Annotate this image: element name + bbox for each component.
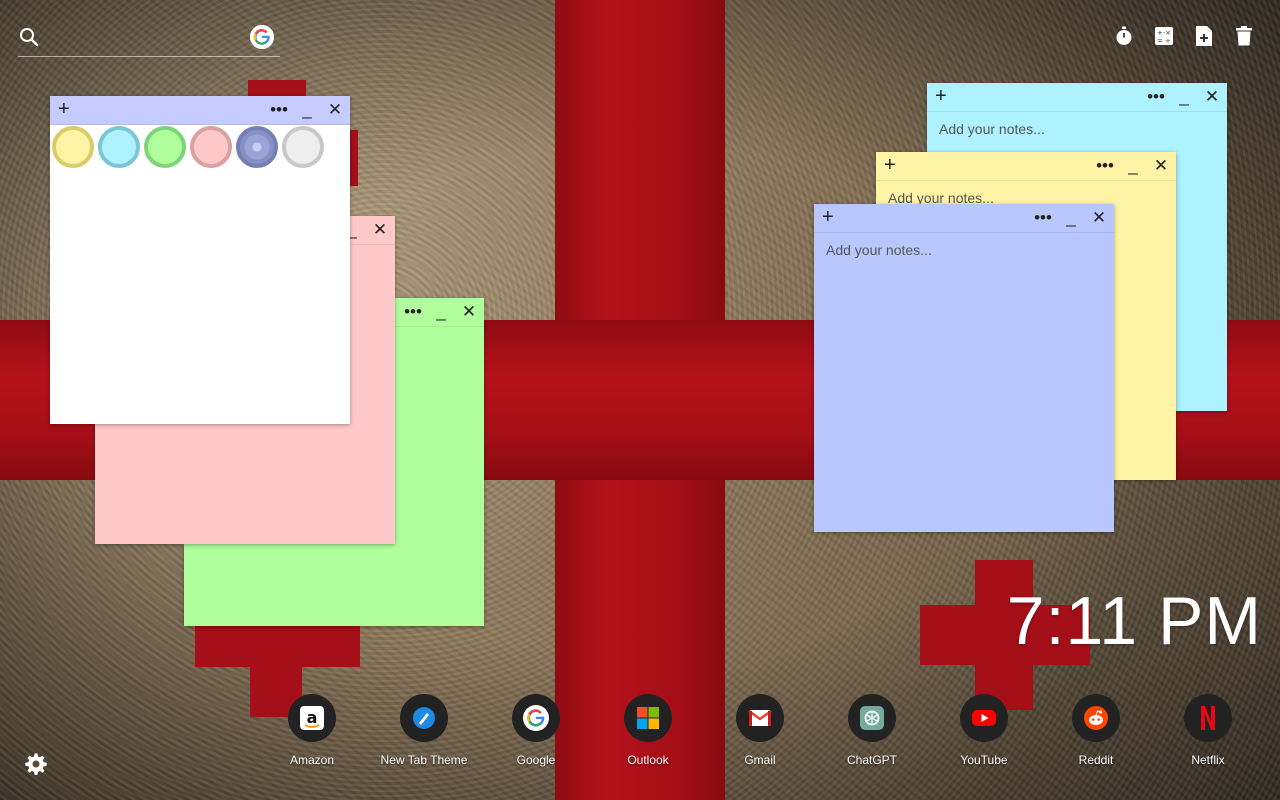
close-icon[interactable]: ✕ [371,220,389,240]
add-note-button[interactable]: + [822,207,840,227]
more-options-icon[interactable]: ••• [1096,156,1114,176]
trash-icon[interactable] [1232,24,1256,48]
app-label: Outlook [627,753,669,767]
app-label: ChatGPT [846,753,897,767]
app-label: New Tab Theme [380,753,468,767]
close-icon[interactable]: ✕ [1152,156,1170,176]
app-shortcut-netflix[interactable]: Netflix [1158,694,1258,767]
color-swatch-green[interactable] [144,126,186,168]
calculator-icon[interactable]: +- × = ÷ [1152,24,1176,48]
color-swatch-pink[interactable] [190,126,232,168]
minimize-icon[interactable]: _ [298,100,316,120]
color-palette [52,126,324,168]
more-options-icon[interactable]: ••• [404,302,422,322]
google-icon[interactable] [250,25,274,49]
color-swatch-blue[interactable] [236,126,278,168]
color-swatch-white[interactable] [282,126,324,168]
google-icon[interactable] [512,694,560,742]
minimize-icon[interactable]: _ [1062,208,1080,228]
app-shortcut-new-tab-theme[interactable]: New Tab Theme [374,694,474,767]
app-shortcut-reddit[interactable]: Reddit [1046,694,1146,767]
app-shortcut-amazon[interactable]: a Amazon [262,694,362,767]
chatgpt-icon[interactable] [848,694,896,742]
svg-text:a: a [307,708,318,727]
app-shortcut-outlook[interactable]: Outlook [598,694,698,767]
netflix-icon[interactable] [1184,694,1232,742]
gear-icon[interactable] [24,752,48,776]
search-input[interactable] [48,24,252,52]
app-label: Google [516,753,556,767]
svg-text:×: × [1165,29,1171,37]
close-icon[interactable]: ✕ [326,100,344,120]
sticky-note-blue[interactable]: + ••• _ ✕ [814,204,1114,532]
app-label: Reddit [1078,753,1114,767]
close-icon[interactable]: ✕ [460,302,478,322]
reddit-icon[interactable] [1072,694,1120,742]
more-options-icon[interactable]: ••• [1147,87,1165,107]
youtube-icon[interactable] [960,694,1008,742]
add-note-button[interactable]: + [935,86,953,106]
minimize-icon[interactable]: _ [1175,87,1193,107]
note-header[interactable]: + ••• _ ✕ [50,96,350,125]
color-swatch-yellow[interactable] [52,126,94,168]
app-shortcut-chatgpt[interactable]: ChatGPT [822,694,922,767]
more-options-icon[interactable]: ••• [270,100,288,120]
add-note-icon[interactable] [1192,24,1216,48]
note-header[interactable]: + ••• _ ✕ [927,83,1227,112]
sticky-note-white[interactable]: + ••• _ ✕ [50,96,350,424]
add-note-button[interactable]: + [884,155,902,175]
note-header[interactable]: + ••• _ ✕ [814,204,1114,233]
note-header[interactable]: + ••• _ ✕ [876,152,1176,181]
minimize-icon[interactable]: _ [1124,156,1142,176]
gmail-icon[interactable] [736,694,784,742]
app-shortcut-gmail[interactable]: Gmail [710,694,810,767]
search-bar[interactable] [18,24,280,57]
minimize-icon[interactable]: _ [432,302,450,322]
add-note-button[interactable]: + [58,99,76,119]
app-dock: a Amazon New Tab Theme Google Outlook Gm… [0,694,1280,774]
top-toolbar: +- × = ÷ [1112,24,1256,48]
stopwatch-icon[interactable] [1112,24,1136,48]
outlook-icon[interactable] [624,694,672,742]
more-options-icon[interactable]: ••• [1034,208,1052,228]
close-icon[interactable]: ✕ [1090,208,1108,228]
note-textarea[interactable] [824,240,1104,522]
svg-text:÷: ÷ [1165,37,1171,45]
app-label: YouTube [960,753,1008,767]
close-icon[interactable]: ✕ [1203,87,1221,107]
app-label: Gmail [744,753,776,767]
app-shortcut-google[interactable]: Google [486,694,586,767]
search-icon[interactable] [18,26,40,48]
app-label: Netflix [1191,753,1225,767]
new-tab-theme-icon[interactable] [400,694,448,742]
color-swatch-cyan[interactable] [98,126,140,168]
amazon-icon[interactable]: a [288,694,336,742]
clock-time: 7:11 PM [1006,583,1262,659]
svg-text:=: = [1157,37,1163,45]
app-label: Amazon [289,753,335,767]
app-shortcut-youtube[interactable]: YouTube [934,694,1034,767]
